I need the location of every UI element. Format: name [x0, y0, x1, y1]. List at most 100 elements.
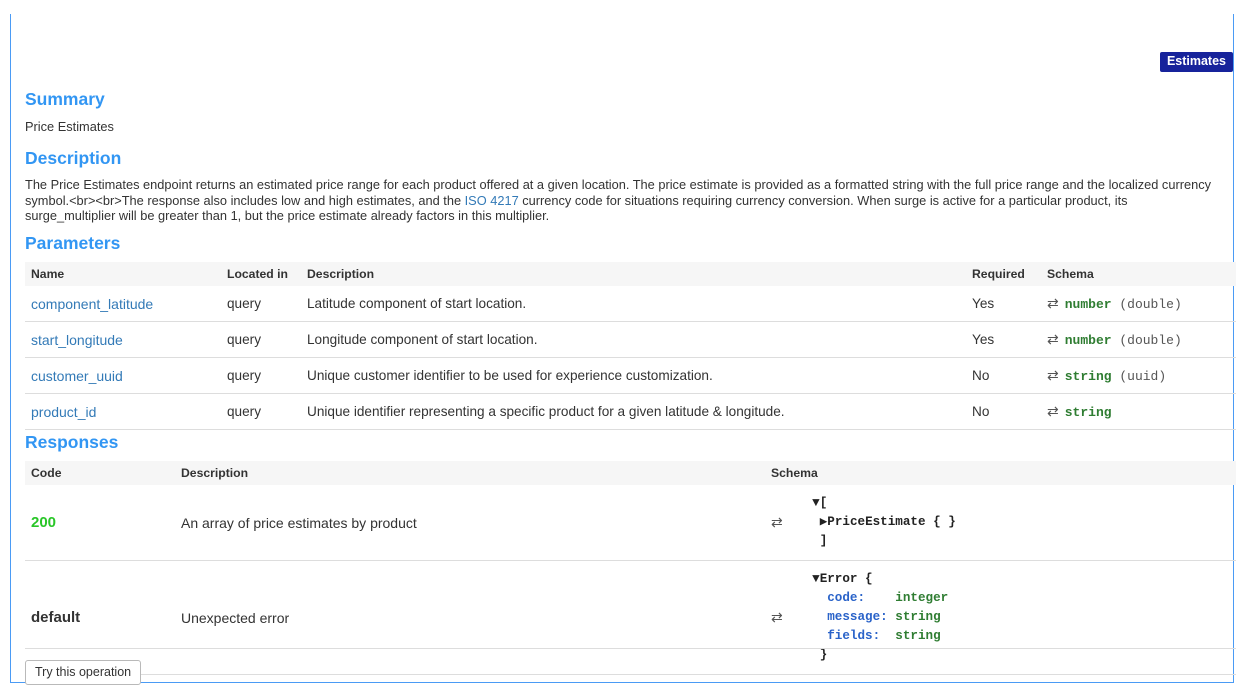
iso-4217-link[interactable]: ISO 4217 — [465, 193, 519, 208]
param-required-cell: Yes — [966, 322, 1041, 358]
param-schema-type: string — [1065, 405, 1112, 420]
col-resp-description: Description — [175, 461, 765, 485]
schema-token: PriceEstimate { } — [827, 515, 955, 529]
response-description-cell: Unexpected error — [175, 561, 765, 675]
param-name-cell: component_latitude — [25, 286, 221, 322]
param-located-in-cell: query — [221, 394, 301, 430]
response-code: default — [31, 609, 80, 626]
response-schema-cell: ⇄ ▼Error { code: integer message: string… — [765, 561, 1236, 675]
description-section: Description — [25, 148, 121, 168]
parameters-section: Parameters — [25, 233, 120, 253]
param-name-link[interactable]: start_longitude — [31, 332, 123, 348]
parameters-table-header-row: Name Located in Description Required Sch… — [25, 262, 1236, 286]
response-code-cell: default — [25, 561, 175, 675]
param-schema-type: string — [1065, 369, 1112, 384]
schema-line: ▶PriceEstimate { } — [797, 513, 956, 532]
param-description-cell: Unique customer identifier to be used fo… — [301, 358, 966, 394]
operation-content: Estimates Summary Price Estimates Descri… — [11, 47, 1233, 682]
exchange-icon[interactable]: ⇄ — [771, 609, 797, 626]
col-resp-schema: Schema — [765, 461, 1236, 485]
exchange-icon[interactable]: ⇄ — [1047, 367, 1059, 384]
response-code: 200 — [31, 514, 56, 531]
exchange-icon[interactable]: ⇄ — [1047, 295, 1059, 312]
table-row: product_idqueryUnique identifier represe… — [25, 394, 1236, 430]
parameters-table-body: component_latitudequeryLatitude componen… — [25, 286, 1236, 430]
parameters-table: Name Located in Description Required Sch… — [25, 262, 1236, 430]
schema-indent — [797, 496, 812, 510]
schema-line: fields: string — [797, 627, 948, 646]
footer-divider — [25, 648, 1236, 649]
tag-row: Estimates — [1160, 52, 1233, 72]
caret-down-icon[interactable]: ▼ — [812, 496, 820, 510]
try-this-operation-button[interactable]: Try this operation — [25, 660, 141, 685]
exchange-icon[interactable]: ⇄ — [771, 514, 797, 531]
summary-text: Price Estimates — [25, 119, 1225, 135]
param-schema-type: number — [1065, 333, 1112, 348]
responses-section: Responses — [25, 432, 118, 452]
table-row: start_longitudequeryLongitude component … — [25, 322, 1236, 358]
schema-property-type: string — [895, 629, 940, 643]
schema-token: Error { — [820, 572, 873, 586]
schema-indent — [797, 515, 820, 529]
col-located-in: Located in — [221, 262, 301, 286]
schema-line: ▼Error { — [797, 570, 948, 589]
schema-indent — [797, 534, 812, 548]
param-description-cell: Longitude component of start location. — [301, 322, 966, 358]
schema-tree: ▼Error { code: integer message: string f… — [797, 570, 948, 665]
caret-down-icon[interactable]: ▼ — [812, 572, 820, 586]
description-text: The Price Estimates endpoint returns an … — [25, 177, 1221, 224]
schema-token: } — [820, 648, 828, 662]
schema-token: ] — [820, 534, 828, 548]
schema-line: ] — [797, 532, 956, 551]
responses-heading: Responses — [25, 432, 118, 452]
response-code-cell: 200 — [25, 485, 175, 561]
param-schema-cell: ⇄ number (double) — [1041, 322, 1236, 358]
param-name-link[interactable]: component_latitude — [31, 296, 153, 312]
schema-indent — [797, 629, 820, 643]
param-name-cell: product_id — [25, 394, 221, 430]
tag-badge-estimates[interactable]: Estimates — [1160, 52, 1233, 72]
schema-property-name: code: — [827, 591, 895, 605]
param-schema-cell: ⇄ string (uuid) — [1041, 358, 1236, 394]
param-name-link[interactable]: customer_uuid — [31, 368, 123, 384]
table-row: 200 An array of price estimates by produc… — [25, 485, 1236, 561]
exchange-icon[interactable]: ⇄ — [1047, 331, 1059, 348]
schema-indent — [797, 648, 812, 662]
param-name-cell: customer_uuid — [25, 358, 221, 394]
param-schema-cell: ⇄ string — [1041, 394, 1236, 430]
responses-table-body: 200 An array of price estimates by produc… — [25, 485, 1236, 675]
summary-text-wrap: Price Estimates — [25, 119, 1225, 135]
schema-tree-wrap: ⇄ ▼Error { code: integer message: string… — [771, 570, 1230, 665]
responses-table: Code Description Schema 200 An array of p… — [25, 461, 1236, 675]
param-schema-format: (uuid) — [1112, 369, 1167, 384]
param-located-in-cell: query — [221, 286, 301, 322]
param-schema-cell: ⇄number (double) — [1041, 286, 1236, 322]
schema-caret-placeholder — [812, 648, 820, 662]
schema-property-name: message: — [827, 610, 895, 624]
table-row: defaultUnexpected error⇄ ▼Error { code: … — [25, 561, 1236, 675]
param-schema-format: (double) — [1112, 333, 1182, 348]
response-schema-cell: ⇄ ▼[ ▶PriceEstimate { } ] — [765, 485, 1236, 561]
param-required-cell: No — [966, 358, 1041, 394]
schema-tree-wrap: ⇄ ▼[ ▶PriceEstimate { } ] — [771, 494, 1230, 551]
schema-token: [ — [820, 496, 828, 510]
responses-table-header-row: Code Description Schema — [25, 461, 1236, 485]
exchange-icon[interactable]: ⇄ — [1047, 403, 1059, 420]
col-code: Code — [25, 461, 175, 485]
param-name-link[interactable]: product_id — [31, 404, 96, 420]
description-heading: Description — [25, 148, 121, 168]
col-required: Required — [966, 262, 1041, 286]
col-schema: Schema — [1041, 262, 1236, 286]
summary-section: Summary — [25, 89, 105, 109]
description-text-wrap: The Price Estimates endpoint returns an … — [25, 177, 1221, 224]
param-schema-type: number — [1065, 297, 1112, 312]
responses-table-wrap: Code Description Schema 200 An array of p… — [25, 461, 1236, 675]
schema-indent — [797, 591, 820, 605]
table-row: component_latitudequeryLatitude componen… — [25, 286, 1236, 322]
col-description: Description — [301, 262, 966, 286]
parameters-table-wrap: Name Located in Description Required Sch… — [25, 262, 1236, 430]
response-description: An array of price estimates by product — [181, 515, 417, 531]
parameters-heading: Parameters — [25, 233, 120, 253]
schema-line: ▼[ — [797, 494, 956, 513]
footer: Try this operation — [25, 660, 141, 685]
